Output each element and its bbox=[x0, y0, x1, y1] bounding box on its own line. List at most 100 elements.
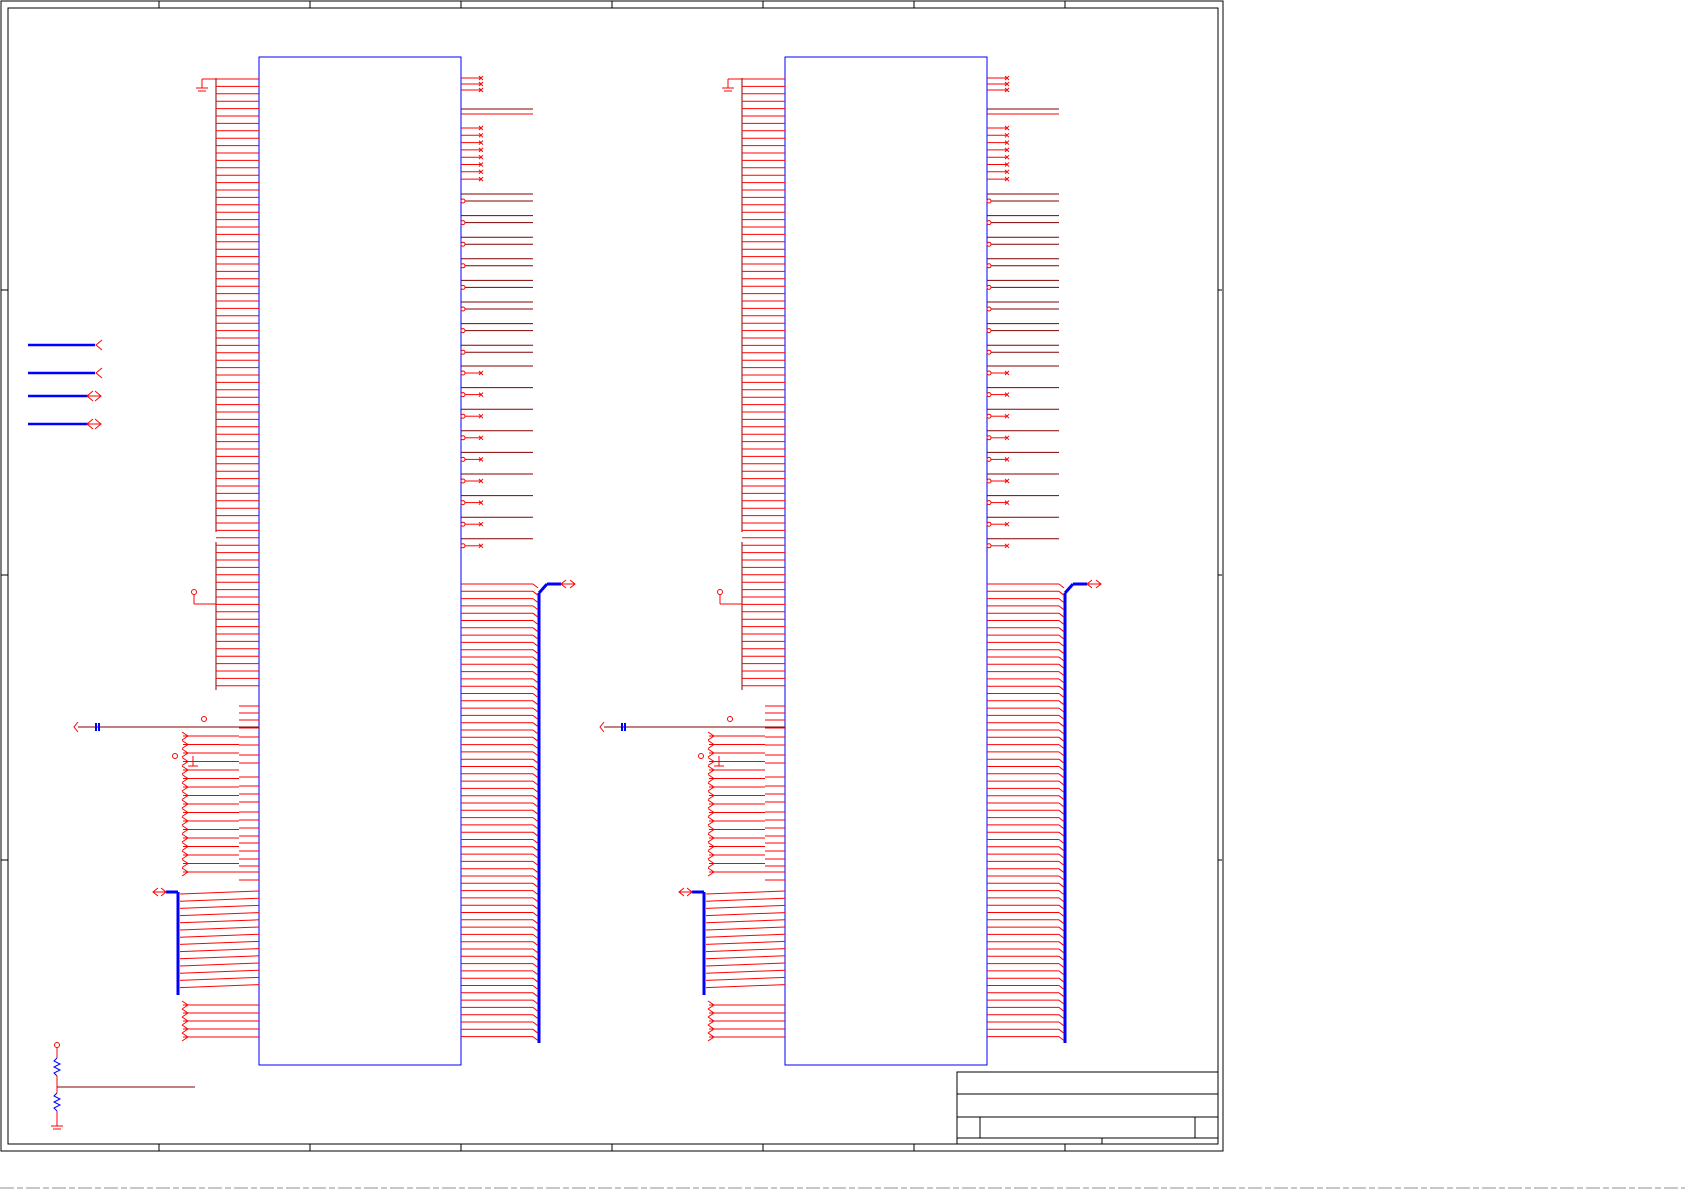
inversion-bubble bbox=[986, 392, 992, 398]
bus-entry-right bbox=[532, 722, 539, 728]
inversion-bubble bbox=[986, 456, 992, 462]
bus-entry-right bbox=[532, 1007, 539, 1012]
inversion-bubble bbox=[460, 306, 466, 312]
bus-entry-right bbox=[1058, 612, 1065, 618]
bus-entry-right bbox=[1058, 663, 1065, 669]
bus-entry-right bbox=[1058, 934, 1065, 939]
inversion-bubble bbox=[460, 413, 466, 419]
bus-entry-right bbox=[1058, 766, 1065, 771]
bus-entry-left bbox=[179, 890, 260, 895]
bus-entry-right bbox=[1058, 839, 1065, 844]
bidir-port bbox=[560, 579, 576, 589]
resistor-divider bbox=[51, 1042, 195, 1130]
bus-entry-right bbox=[532, 802, 539, 808]
bus-entry-left bbox=[705, 969, 786, 974]
bus-entry-right bbox=[532, 919, 539, 925]
inversion-bubble bbox=[986, 220, 992, 226]
bus-entry-right bbox=[1058, 773, 1065, 779]
bus-entry-right bbox=[1058, 678, 1065, 684]
bus-entry-right bbox=[1058, 751, 1065, 757]
bus-entry-right bbox=[1058, 861, 1065, 866]
bus-entry-left bbox=[179, 926, 260, 931]
schematic-sheet bbox=[0, 0, 1685, 1191]
bus-entry-right bbox=[1058, 780, 1065, 786]
inversion-bubble bbox=[460, 328, 466, 334]
inversion-bubble bbox=[460, 370, 466, 376]
inversion-bubble bbox=[986, 328, 992, 334]
bus-entry-left bbox=[705, 955, 786, 960]
bus-entry-right bbox=[1058, 1021, 1065, 1027]
bus-entry-right bbox=[532, 773, 539, 779]
bus-entry-right bbox=[1058, 722, 1065, 728]
bus-entry-right bbox=[1058, 634, 1065, 640]
bus-entry-right bbox=[532, 642, 539, 647]
bus-entry-right bbox=[532, 970, 539, 976]
bus-entry-right bbox=[532, 700, 539, 706]
inversion-bubble bbox=[460, 220, 466, 226]
bus-entry-right bbox=[532, 839, 539, 844]
bus-entry-left bbox=[179, 897, 260, 902]
resistor-r1 bbox=[52, 1057, 62, 1077]
bus-entry-right bbox=[1058, 1014, 1065, 1020]
bus-entry-left bbox=[179, 919, 260, 924]
bus-entry-right bbox=[532, 853, 539, 859]
bus-entry-right bbox=[1058, 853, 1065, 859]
bus-entry-right bbox=[1058, 875, 1065, 881]
bus-entry-right bbox=[532, 766, 539, 771]
inversion-bubble bbox=[986, 435, 992, 441]
inversion-bubble bbox=[460, 543, 466, 549]
bus-entry-right bbox=[1058, 963, 1065, 968]
bus-entry-right bbox=[532, 868, 539, 874]
bus-entry-right bbox=[1058, 1028, 1065, 1034]
bus-entry-left bbox=[179, 955, 260, 960]
inversion-bubble bbox=[986, 349, 992, 355]
bus-entry-right bbox=[532, 992, 539, 998]
ic-body bbox=[784, 56, 988, 1066]
inversion-bubble bbox=[986, 413, 992, 419]
bus-entry-right bbox=[1058, 926, 1065, 932]
bus-entry-right bbox=[532, 985, 539, 990]
bus-entry-right bbox=[532, 999, 539, 1005]
inversion-bubble bbox=[986, 241, 992, 247]
bus-entry-right bbox=[1058, 882, 1065, 888]
bus-entry-right bbox=[532, 955, 539, 961]
bus-entry-left bbox=[179, 969, 260, 974]
bus-entry-left bbox=[705, 912, 786, 917]
bus-entry-right bbox=[1058, 868, 1065, 874]
bus-entry-right bbox=[532, 912, 539, 917]
bus-entry-right bbox=[532, 817, 539, 822]
bus-entry-right bbox=[532, 1014, 539, 1020]
bus-entry-right bbox=[532, 824, 539, 830]
inversion-bubble bbox=[986, 306, 992, 312]
bus-entry-right bbox=[1058, 598, 1065, 603]
pullup-terminal bbox=[717, 589, 723, 595]
bus-entry-right bbox=[1058, 729, 1065, 735]
bus-entry-left bbox=[705, 890, 786, 895]
inversion-bubble bbox=[986, 543, 992, 549]
bus-entry-left bbox=[179, 948, 260, 953]
bus-entry-left bbox=[705, 962, 786, 967]
bus-entry-right bbox=[1058, 1007, 1065, 1012]
bus-entry-right bbox=[1058, 890, 1065, 895]
cap-terminal bbox=[73, 721, 79, 733]
bus-entry-right bbox=[1058, 649, 1065, 655]
inversion-bubble bbox=[460, 435, 466, 441]
bus-entry-right bbox=[532, 882, 539, 888]
bus-entry-left bbox=[179, 912, 260, 917]
bus-entry-left bbox=[705, 948, 786, 953]
bus-entry-right bbox=[532, 685, 539, 691]
bus-entry-left bbox=[179, 904, 260, 909]
bus-entry-right bbox=[1058, 590, 1065, 596]
inversion-bubble bbox=[986, 284, 992, 290]
bus-entry-right bbox=[1058, 904, 1065, 910]
bus-entry-right bbox=[532, 758, 539, 764]
bus-entry-right bbox=[532, 948, 539, 954]
bus-entry-right bbox=[532, 831, 539, 837]
bus-entry-right bbox=[1058, 583, 1065, 589]
bus-entry-right bbox=[532, 707, 539, 713]
bus-entry-right bbox=[532, 678, 539, 684]
pullup-terminal bbox=[191, 589, 197, 595]
schematic-canvas bbox=[0, 0, 1685, 1189]
bus-entry-right bbox=[532, 590, 539, 596]
bus-entry-right bbox=[532, 875, 539, 881]
